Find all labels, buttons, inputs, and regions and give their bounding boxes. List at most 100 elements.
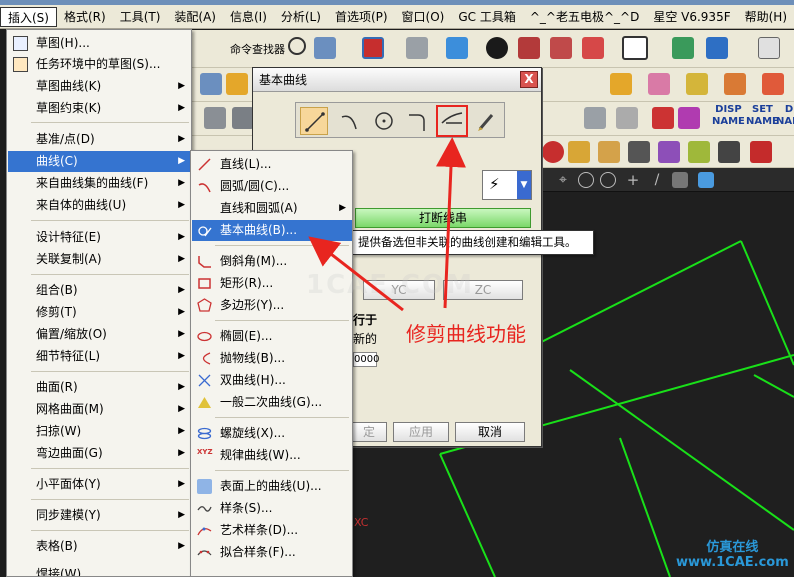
menu-tools[interactable]: 工具(T) (113, 7, 168, 27)
menu-item-task-sketch[interactable]: 任务环境中的草图(S)... (8, 54, 191, 75)
submenu-item-basic-curve[interactable]: 基本曲线(B)... (192, 220, 352, 241)
submenu-item-chamfer[interactable]: 倒斜角(M)... (192, 251, 352, 272)
menu-item-associative-copy[interactable]: 关联复制(A) ▶ (8, 249, 191, 270)
menu-item-design-feature[interactable]: 设计特征(E) ▶ (8, 227, 191, 248)
extrude-icon[interactable] (406, 37, 428, 59)
cancel-button[interactable]: 取消 (455, 422, 525, 442)
feature-icon-1[interactable] (610, 73, 632, 95)
submenu-item-helix[interactable]: 螺旋线(X)... (192, 423, 352, 444)
menu-item-sync-modeling[interactable]: 同步建模(Y) ▶ (8, 505, 191, 526)
submenu-item-studio-spline[interactable]: 艺术样条(D)... (192, 520, 352, 541)
feature-icon-4[interactable] (724, 73, 746, 95)
menu-xingkong[interactable]: 星空 V6.935F (646, 7, 737, 27)
set-name-button[interactable]: SET NAME (746, 104, 779, 128)
submenu-item-line-and-arc[interactable]: 直线和圆弧(A) ▶ (192, 198, 352, 219)
menu-item-curve[interactable]: 曲线(C) ▶ (8, 151, 191, 172)
menu-item-weld[interactable]: 焊接(W) (8, 564, 191, 576)
crosshair-icon[interactable]: ⌖ (554, 171, 572, 189)
menu-item-curve-from-curves[interactable]: 来自曲线集的曲线(F) ▶ (8, 173, 191, 194)
submenu-item-general-conic[interactable]: 一般二次曲线(G)... (192, 392, 352, 413)
face-snap-icon[interactable] (672, 172, 688, 188)
submenu-item-parabola[interactable]: 抛物线(B)... (192, 348, 352, 369)
menu-item-datum-point[interactable]: 基准/点(D) ▶ (8, 129, 191, 150)
menu-item-offset-scale[interactable]: 偏置/缩放(O) ▶ (8, 324, 191, 345)
puzzle-icon[interactable] (598, 141, 620, 163)
submenu-item-hyperbola[interactable]: 双曲线(H)... (192, 370, 352, 391)
circle-type-button[interactable] (370, 107, 398, 135)
fillet-type-button[interactable] (404, 107, 432, 135)
menu-item-sketch-constraint[interactable]: 草图约束(K) ▶ (8, 98, 191, 119)
shade-icon[interactable] (486, 37, 508, 59)
sketch-tool-icon[interactable] (204, 107, 226, 129)
table-icon[interactable] (758, 37, 780, 59)
view-cube-icon[interactable] (698, 172, 714, 188)
menu-gc-toolkit[interactable]: GC 工具箱 (451, 7, 523, 27)
select-icon[interactable] (288, 37, 306, 55)
color-swatch-icon[interactable] (622, 36, 648, 60)
grid-icon[interactable] (362, 37, 384, 59)
ok-button[interactable]: 定 (351, 422, 387, 442)
transform-icon[interactable] (672, 37, 694, 59)
blend-icon[interactable] (200, 73, 222, 95)
circle-snap-icon[interactable] (578, 172, 594, 188)
menu-electrode[interactable]: ^_^老五电极^_^D (523, 7, 646, 27)
menu-item-trim[interactable]: 修剪(T) ▶ (8, 302, 191, 323)
submenu-item-fit-spline[interactable]: 拟合样条(F)... (192, 542, 352, 563)
menu-item-combine[interactable]: 组合(B) ▶ (8, 280, 191, 301)
point-snap-icon[interactable]: + (624, 171, 642, 189)
submenu-item-line[interactable]: 直线(L)... (192, 154, 352, 175)
menu-item-facet-body[interactable]: 小平面体(Y) ▶ (8, 474, 191, 495)
menu-item-surface[interactable]: 曲面(R) ▶ (8, 377, 191, 398)
edit-type-button[interactable] (472, 107, 500, 135)
feature-icon-2[interactable] (648, 73, 670, 95)
dialog-close-button[interactable]: X (520, 71, 538, 88)
menu-item-sweep[interactable]: 扫掠(W) ▶ (8, 421, 191, 442)
menu-item-mesh-surface[interactable]: 网格曲面(M) ▶ (8, 399, 191, 420)
menu-assembly[interactable]: 装配(A) (167, 7, 223, 27)
render-icon[interactable] (518, 37, 540, 59)
break-string-button[interactable]: 打断线串 (355, 208, 531, 228)
center-snap-icon[interactable] (600, 172, 616, 188)
submenu-item-ellipse[interactable]: 椭圆(E)... (192, 326, 352, 347)
arc-type-button[interactable] (336, 107, 364, 135)
menu-preferences[interactable]: 首选项(P) (328, 7, 395, 27)
menu-window[interactable]: 窗口(O) (395, 7, 452, 27)
snap-icon[interactable] (314, 37, 336, 59)
submenu-item-curve-on-surface[interactable]: 表面上的曲线(U)... (192, 476, 352, 497)
disp-name-button[interactable]: DISP NAME (712, 104, 745, 128)
wire-icon[interactable] (582, 37, 604, 59)
curve-tool-icon[interactable] (232, 107, 254, 129)
line-type-button[interactable] (300, 107, 328, 135)
printer-icon[interactable] (718, 141, 740, 163)
ruler-icon[interactable] (652, 107, 674, 129)
tool-icon-a[interactable] (678, 107, 700, 129)
apply-button[interactable]: 应用 (393, 422, 449, 442)
paint-icon[interactable] (658, 141, 680, 163)
submenu-item-law-curve[interactable]: XYZ 规律曲线(W)... (192, 445, 352, 466)
submenu-item-spline[interactable]: 样条(S)... (192, 498, 352, 519)
command-finder-label[interactable]: 命令查找器 (230, 41, 285, 57)
menu-item-curve-from-bodies[interactable]: 来自体的曲线(U) ▶ (8, 195, 191, 216)
stop-icon[interactable] (542, 141, 564, 163)
submenu-item-arc[interactable]: 圆弧/圆(C)... (192, 176, 352, 197)
feature-icon-3[interactable] (686, 73, 708, 95)
menu-item-detail-feature[interactable]: 细节特征(L) ▶ (8, 346, 191, 367)
move-icon[interactable] (706, 37, 728, 59)
trim-type-button[interactable] (436, 105, 468, 137)
sweep-icon[interactable] (226, 73, 248, 95)
menu-help[interactable]: 帮助(H) (738, 7, 794, 27)
eraser-icon[interactable] (568, 141, 590, 163)
feature-icon-5[interactable] (762, 73, 784, 95)
de-name-button[interactable]: DENAME (776, 104, 794, 128)
menu-item-sketch-curve[interactable]: 草图曲线(K) ▶ (8, 76, 191, 97)
cube-icon[interactable] (446, 37, 468, 59)
wcs-icon[interactable] (616, 107, 638, 129)
menu-insert[interactable]: 插入(S) (0, 6, 57, 27)
dialog-title-bar[interactable]: 基本曲线 (253, 68, 541, 92)
menu-info[interactable]: 信息(I) (223, 7, 274, 27)
point-method-dropdown[interactable]: ⚡ ▼ (482, 170, 532, 200)
slash-snap-icon[interactable]: / (648, 171, 666, 189)
layer-icon[interactable] (584, 107, 606, 129)
r4-icon[interactable] (750, 141, 772, 163)
box-icon[interactable] (550, 37, 572, 59)
